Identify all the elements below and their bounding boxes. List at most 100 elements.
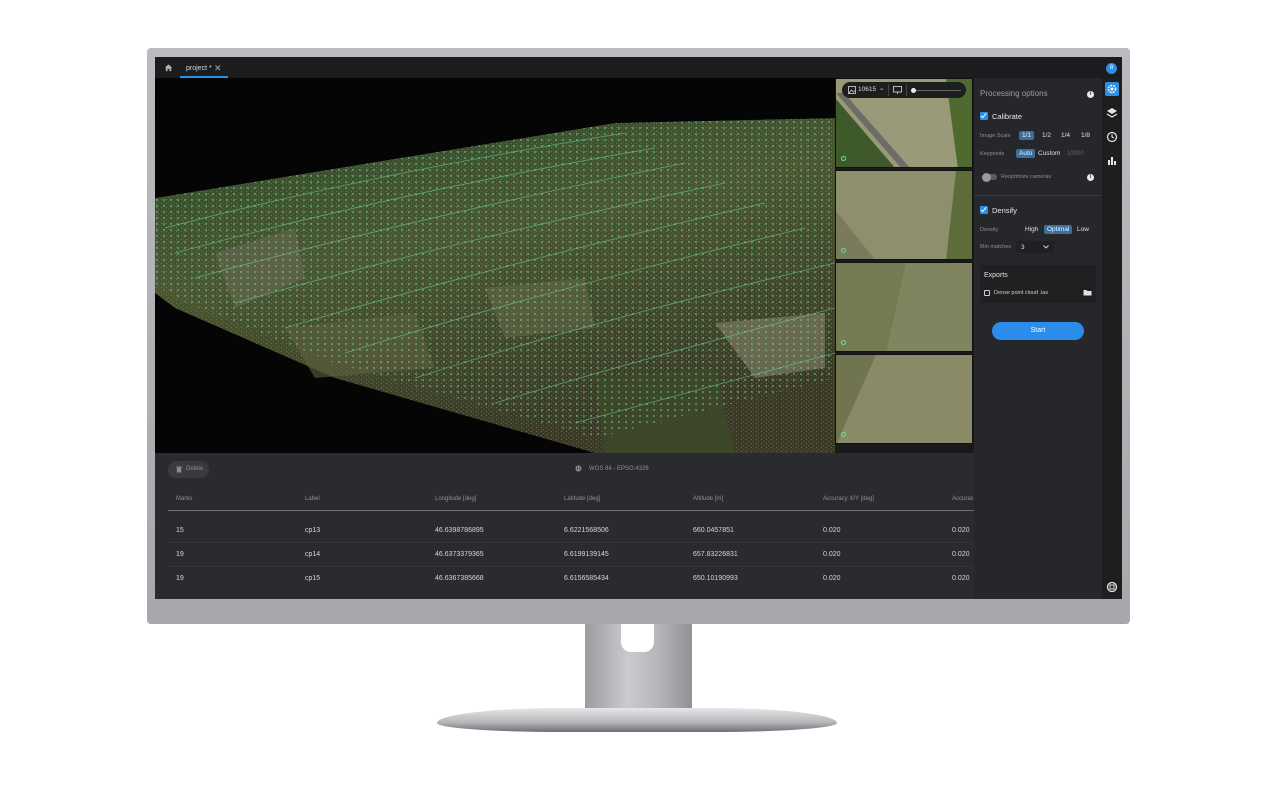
info-icon[interactable]: i: [1087, 174, 1094, 181]
layers-icon[interactable]: [1105, 106, 1119, 120]
calibrate-checkbox[interactable]: [980, 112, 988, 120]
user-avatar[interactable]: 8: [1106, 63, 1117, 74]
cell-accuracy-xy: 0.020: [823, 575, 841, 582]
monitor-stand-base: [437, 708, 837, 732]
export-las-checkbox[interactable]: [984, 290, 990, 296]
history-icon[interactable]: [1105, 130, 1119, 144]
column-header-label[interactable]: Label: [305, 496, 320, 502]
section-divider: [974, 195, 1102, 196]
image-scale-option-1-2[interactable]: 1/2: [1039, 131, 1054, 140]
column-header-marks[interactable]: Marks: [176, 496, 192, 502]
app-logo-icon[interactable]: [1105, 580, 1119, 594]
image-scale-option-1-1[interactable]: 1/1: [1019, 131, 1035, 140]
cell-marks: 19: [176, 551, 184, 558]
min-matches-select[interactable]: 3: [1016, 241, 1054, 253]
cell-accuracy-xy: 0.020: [823, 551, 841, 558]
image-thumbnail-strip: 10615 ⌄: [835, 78, 974, 453]
zoom-slider-track[interactable]: [911, 89, 961, 91]
thumbnail-image[interactable]: [835, 354, 973, 444]
monitor-stand-cable-hole: [621, 624, 654, 652]
cell-altitude: 650.10190993: [693, 575, 738, 582]
image-toolbar: 10615 ⌄: [842, 82, 966, 98]
keypoints-label: Keypoints: [980, 151, 1005, 157]
cell-marks: 15: [176, 527, 184, 534]
column-header-altitude[interactable]: Altitude [m]: [693, 496, 723, 502]
cell-longitude: 46.6398786895: [435, 527, 484, 534]
reoptimize-cameras-label: Reoptimize cameras: [1001, 174, 1052, 180]
densify-label: Densify: [992, 206, 1018, 215]
cell-label: cp13: [305, 527, 321, 534]
marks-table-area: Delete WGS 84 - EPSG:4326 Marks Label Lo…: [155, 453, 974, 599]
min-matches-value: 3: [1021, 244, 1025, 251]
marker-icon: [841, 340, 846, 345]
cell-accuracy-z: 0.020: [952, 551, 970, 558]
density-option-low[interactable]: Low: [1074, 225, 1092, 234]
thumbnail-image[interactable]: [835, 170, 973, 260]
cell-latitude: 6.6221568506: [564, 527, 609, 534]
cell-longitude: 46.6367385668: [435, 575, 484, 582]
app-screen: project * ✕ 8 10615 ⌄ Processing options…: [155, 57, 1122, 599]
cell-label: cp14: [305, 551, 321, 558]
column-header-accuracy-z[interactable]: Accurac: [952, 496, 974, 502]
tab-label: project *: [186, 65, 212, 72]
cell-longitude: 46.6373379365: [435, 551, 484, 558]
info-icon[interactable]: i: [1087, 91, 1094, 98]
exports-section: Exports Dense point cloud .las: [980, 265, 1096, 303]
image-scale-option-1-8[interactable]: 1/8: [1078, 131, 1093, 140]
densify-checkbox[interactable]: [980, 206, 988, 214]
image-scale-option-1-4[interactable]: 1/4: [1058, 131, 1073, 140]
cell-accuracy-z: 0.020: [952, 575, 970, 582]
keypoints-option-auto[interactable]: Auto: [1016, 149, 1036, 158]
home-icon[interactable]: [164, 63, 173, 72]
thumbnail-image[interactable]: [835, 262, 973, 352]
marker-icon: [841, 432, 846, 437]
column-header-latitude[interactable]: Latitude [deg]: [564, 496, 600, 502]
keypoints-option-custom[interactable]: Custom: [1035, 149, 1063, 158]
delete-button[interactable]: Delete: [168, 461, 209, 478]
coordinate-system-label[interactable]: WGS 84 - EPSG:4326: [589, 466, 649, 472]
min-matches-label: Min matches: [980, 244, 1012, 250]
tab-bar: project * ✕ 8: [155, 57, 1122, 78]
row-divider: [168, 566, 974, 567]
column-header-accuracy-xy[interactable]: Accuracy X/Y [deg]: [823, 496, 874, 502]
row-divider: [168, 542, 974, 543]
start-button[interactable]: Start: [992, 322, 1084, 340]
panel-title: Processing options: [980, 89, 1048, 98]
right-icon-bar: [1102, 78, 1122, 599]
exports-title: Exports: [984, 272, 1008, 279]
trash-icon: [176, 466, 182, 473]
point-cloud-render: [155, 78, 835, 453]
image-icon: [848, 86, 856, 94]
gear-icon[interactable]: [1105, 82, 1119, 96]
cell-altitude: 657.83226831: [693, 551, 738, 558]
reoptimize-cameras-toggle[interactable]: [982, 172, 997, 182]
toolbar-divider: [888, 84, 889, 96]
cell-latitude: 6.6156585434: [564, 575, 609, 582]
density-option-optimal[interactable]: Optimal: [1044, 225, 1073, 234]
monitor-icon[interactable]: [893, 86, 902, 94]
keypoints-value-input[interactable]: 10000: [1067, 151, 1084, 157]
bar-chart-icon[interactable]: [1105, 154, 1119, 168]
folder-icon[interactable]: [1083, 289, 1092, 296]
globe-icon: [575, 465, 582, 472]
cell-label: cp15: [305, 575, 321, 582]
chevron-down-icon: [1043, 245, 1049, 249]
image-count: 10615: [858, 86, 877, 93]
tab-project[interactable]: project * ✕: [180, 59, 228, 78]
cell-accuracy-xy: 0.020: [823, 527, 841, 534]
point-cloud-viewport[interactable]: [155, 78, 835, 453]
cell-accuracy-z: 0.020: [952, 527, 970, 534]
processing-options-panel: Processing options i Calibrate Image Sca…: [974, 78, 1102, 599]
zoom-slider-handle[interactable]: [911, 87, 916, 93]
cell-latitude: 6.6199139145: [564, 551, 609, 558]
chevron-down-icon[interactable]: ⌄: [879, 84, 884, 92]
cell-marks: 19: [176, 575, 184, 582]
close-icon[interactable]: ✕: [214, 63, 222, 74]
image-scale-label: Image Scale: [980, 133, 1011, 139]
column-header-longitude[interactable]: Longitude [deg]: [435, 496, 476, 502]
toolbar-divider: [906, 84, 907, 96]
density-label: Density: [980, 227, 999, 233]
cell-altitude: 660.0457851: [693, 527, 734, 534]
calibrate-label: Calibrate: [992, 112, 1023, 121]
density-option-high[interactable]: High: [1022, 225, 1041, 234]
